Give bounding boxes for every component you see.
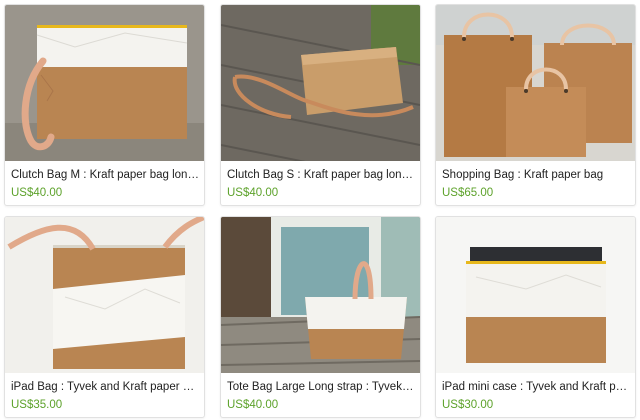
product-grid: Clutch Bag M : Kraft paper bag long stra… (0, 0, 640, 420)
product-price: US$65.00 (442, 187, 494, 199)
product-title[interactable]: Clutch Bag S : Kraft paper bag long stra… (227, 168, 415, 182)
clutch-bag-m-photo (5, 5, 204, 161)
shopping-bag-photo (436, 5, 635, 161)
product-price: US$35.00 (11, 399, 63, 411)
product-card[interactable]: Shopping Bag : Kraft paper bag US$65.00 (435, 4, 636, 206)
product-image[interactable] (221, 217, 420, 373)
product-price: US$30.00 (442, 399, 494, 411)
product-card[interactable]: Clutch Bag M : Kraft paper bag long stra… (4, 4, 205, 206)
product-image[interactable] (5, 217, 204, 373)
product-title[interactable]: Clutch Bag M : Kraft paper bag long stra… (11, 168, 199, 182)
ipad-mini-case-photo (436, 217, 635, 373)
product-image[interactable] (221, 5, 420, 161)
product-title[interactable]: Shopping Bag : Kraft paper bag (442, 168, 630, 182)
clutch-bag-s-photo (221, 5, 420, 161)
tote-bag-photo (221, 217, 420, 373)
product-card[interactable]: iPad mini case : Tyvek and Kraft paper c… (435, 216, 636, 418)
product-card[interactable]: Clutch Bag S : Kraft paper bag long stra… (220, 4, 421, 206)
product-title[interactable]: iPad Bag : Tyvek and Kraft paper bag (11, 380, 199, 394)
product-card[interactable]: Tote Bag Large Long strap : Tyvek and Kr… (220, 216, 421, 418)
product-price: US$40.00 (11, 187, 63, 199)
ipad-bag-photo (5, 217, 204, 373)
product-title[interactable]: Tote Bag Large Long strap : Tyvek and Kr… (227, 380, 415, 394)
product-card[interactable]: iPad Bag : Tyvek and Kraft paper bag US$… (4, 216, 205, 418)
product-image[interactable] (436, 217, 635, 373)
product-price: US$40.00 (227, 187, 279, 199)
product-image[interactable] (5, 5, 204, 161)
product-price: US$40.00 (227, 399, 279, 411)
product-image[interactable] (436, 5, 635, 161)
product-title[interactable]: iPad mini case : Tyvek and Kraft paper c… (442, 380, 630, 394)
